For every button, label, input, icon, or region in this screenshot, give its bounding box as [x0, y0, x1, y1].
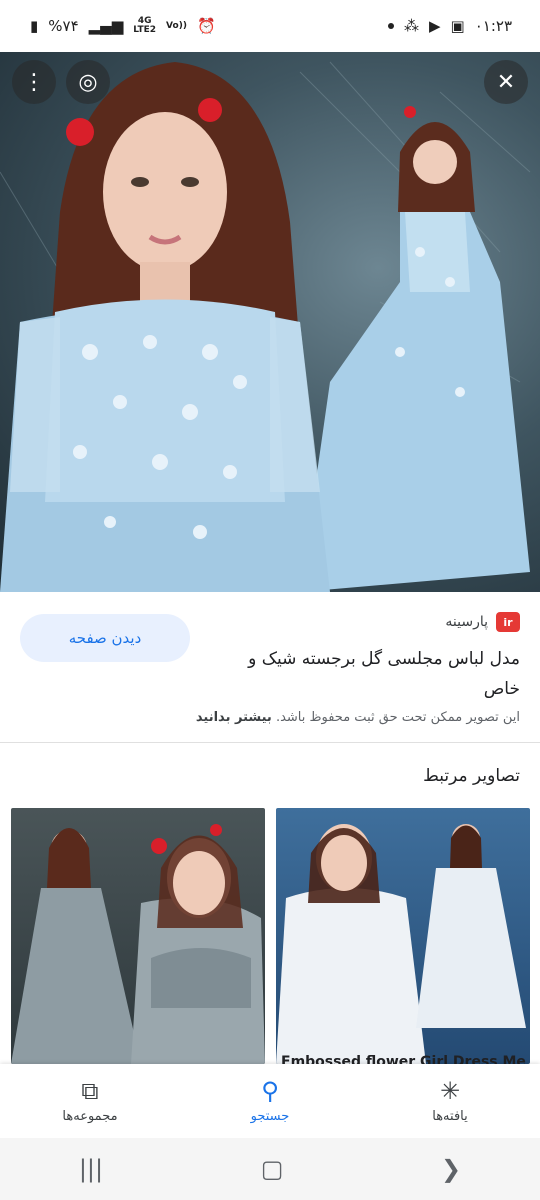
source-name: پارسینه	[445, 614, 488, 630]
discover-icon: ✳	[439, 1076, 461, 1105]
lens-button[interactable]: ◎	[66, 60, 110, 104]
bookmarks-icon: ⧉	[81, 1076, 99, 1105]
related-images-title: تصاویر مرتبط	[423, 766, 520, 786]
lens-icon: ◎	[78, 69, 98, 95]
result-info: ir پارسینه مدل لباس مجلسی گل برجسته شیک …	[0, 592, 540, 742]
home-button[interactable]: ▢	[261, 1155, 284, 1183]
status-right: ⁂ ▶ ▣ ۰۱:۲۳	[387, 16, 512, 35]
signal-icon: ▂▄▆	[88, 16, 124, 35]
recents-button[interactable]: |||	[79, 1155, 103, 1183]
copyright-notice: این تصویر ممکن تحت حق ثبت محفوظ باشد. بی…	[196, 710, 520, 725]
nav-collections[interactable]: ⧉ مجموعه‌ها	[0, 1064, 180, 1138]
view-page-button[interactable]: دیدن صفحه	[20, 614, 190, 662]
nav-collections-label: مجموعه‌ها	[62, 1108, 118, 1124]
close-button[interactable]: ✕	[484, 60, 528, 104]
battery-icon: ▮	[30, 16, 39, 35]
system-nav: ||| ▢ ❯	[0, 1138, 540, 1200]
notification-dot-icon	[387, 23, 394, 29]
alarm-icon: ⏰	[196, 16, 216, 35]
recents-icon: |||	[78, 1155, 104, 1183]
network-type: 4G LTE2	[133, 16, 157, 35]
search-icon: ⚲	[261, 1076, 279, 1105]
home-icon: ▢	[260, 1155, 284, 1183]
hero-image[interactable]: ⋮ ◎ ✕	[0, 52, 540, 592]
source[interactable]: ir پارسینه	[445, 612, 520, 632]
volte-indicator: Vo))	[166, 20, 187, 31]
related-image-2[interactable]	[276, 808, 530, 1064]
more-options-button[interactable]: ⋮	[12, 60, 56, 104]
hero-illustration	[0, 61, 531, 592]
related-image-1[interactable]	[11, 808, 265, 1064]
learn-more-link[interactable]: بیشتر بدانید	[196, 710, 272, 725]
related-image-2-illustration	[276, 824, 526, 1064]
status-left: ▮ %۷۴ ▂▄▆ 4G LTE2 Vo)) ⏰	[30, 16, 216, 36]
battery-percentage: %۷۴	[48, 17, 79, 35]
share-icon: ⁂	[403, 16, 419, 35]
back-icon: ❯	[441, 1155, 462, 1183]
close-icon: ✕	[496, 69, 516, 95]
source-logo: ir	[496, 612, 520, 632]
more-vert-icon: ⋮	[23, 69, 45, 95]
nav-discover[interactable]: ✳ یافته‌ها	[360, 1064, 540, 1138]
divider	[0, 742, 540, 743]
play-store-icon: ▶	[428, 16, 441, 35]
bottom-nav: ⧉ مجموعه‌ها ⚲ جستجو ✳ یافته‌ها	[0, 1064, 540, 1138]
gallery-icon: ▣	[450, 16, 465, 35]
status-bar: ▮ %۷۴ ▂▄▆ 4G LTE2 Vo)) ⏰ ⁂ ▶ ▣ ۰۱:۲۳	[0, 0, 540, 52]
nav-search[interactable]: ⚲ جستجو	[180, 1064, 360, 1138]
nav-discover-label: یافته‌ها	[432, 1108, 468, 1124]
back-button[interactable]: ❯	[441, 1155, 461, 1183]
result-title[interactable]: مدل لباس مجلسی گل برجسته شیک و خاص	[230, 644, 520, 704]
status-time: ۰۱:۲۳	[474, 17, 512, 35]
nav-search-label: جستجو	[250, 1108, 290, 1124]
related-image-1-illustration	[11, 824, 265, 1064]
copyright-text: این تصویر ممکن تحت حق ثبت محفوظ باشد.	[275, 710, 520, 725]
